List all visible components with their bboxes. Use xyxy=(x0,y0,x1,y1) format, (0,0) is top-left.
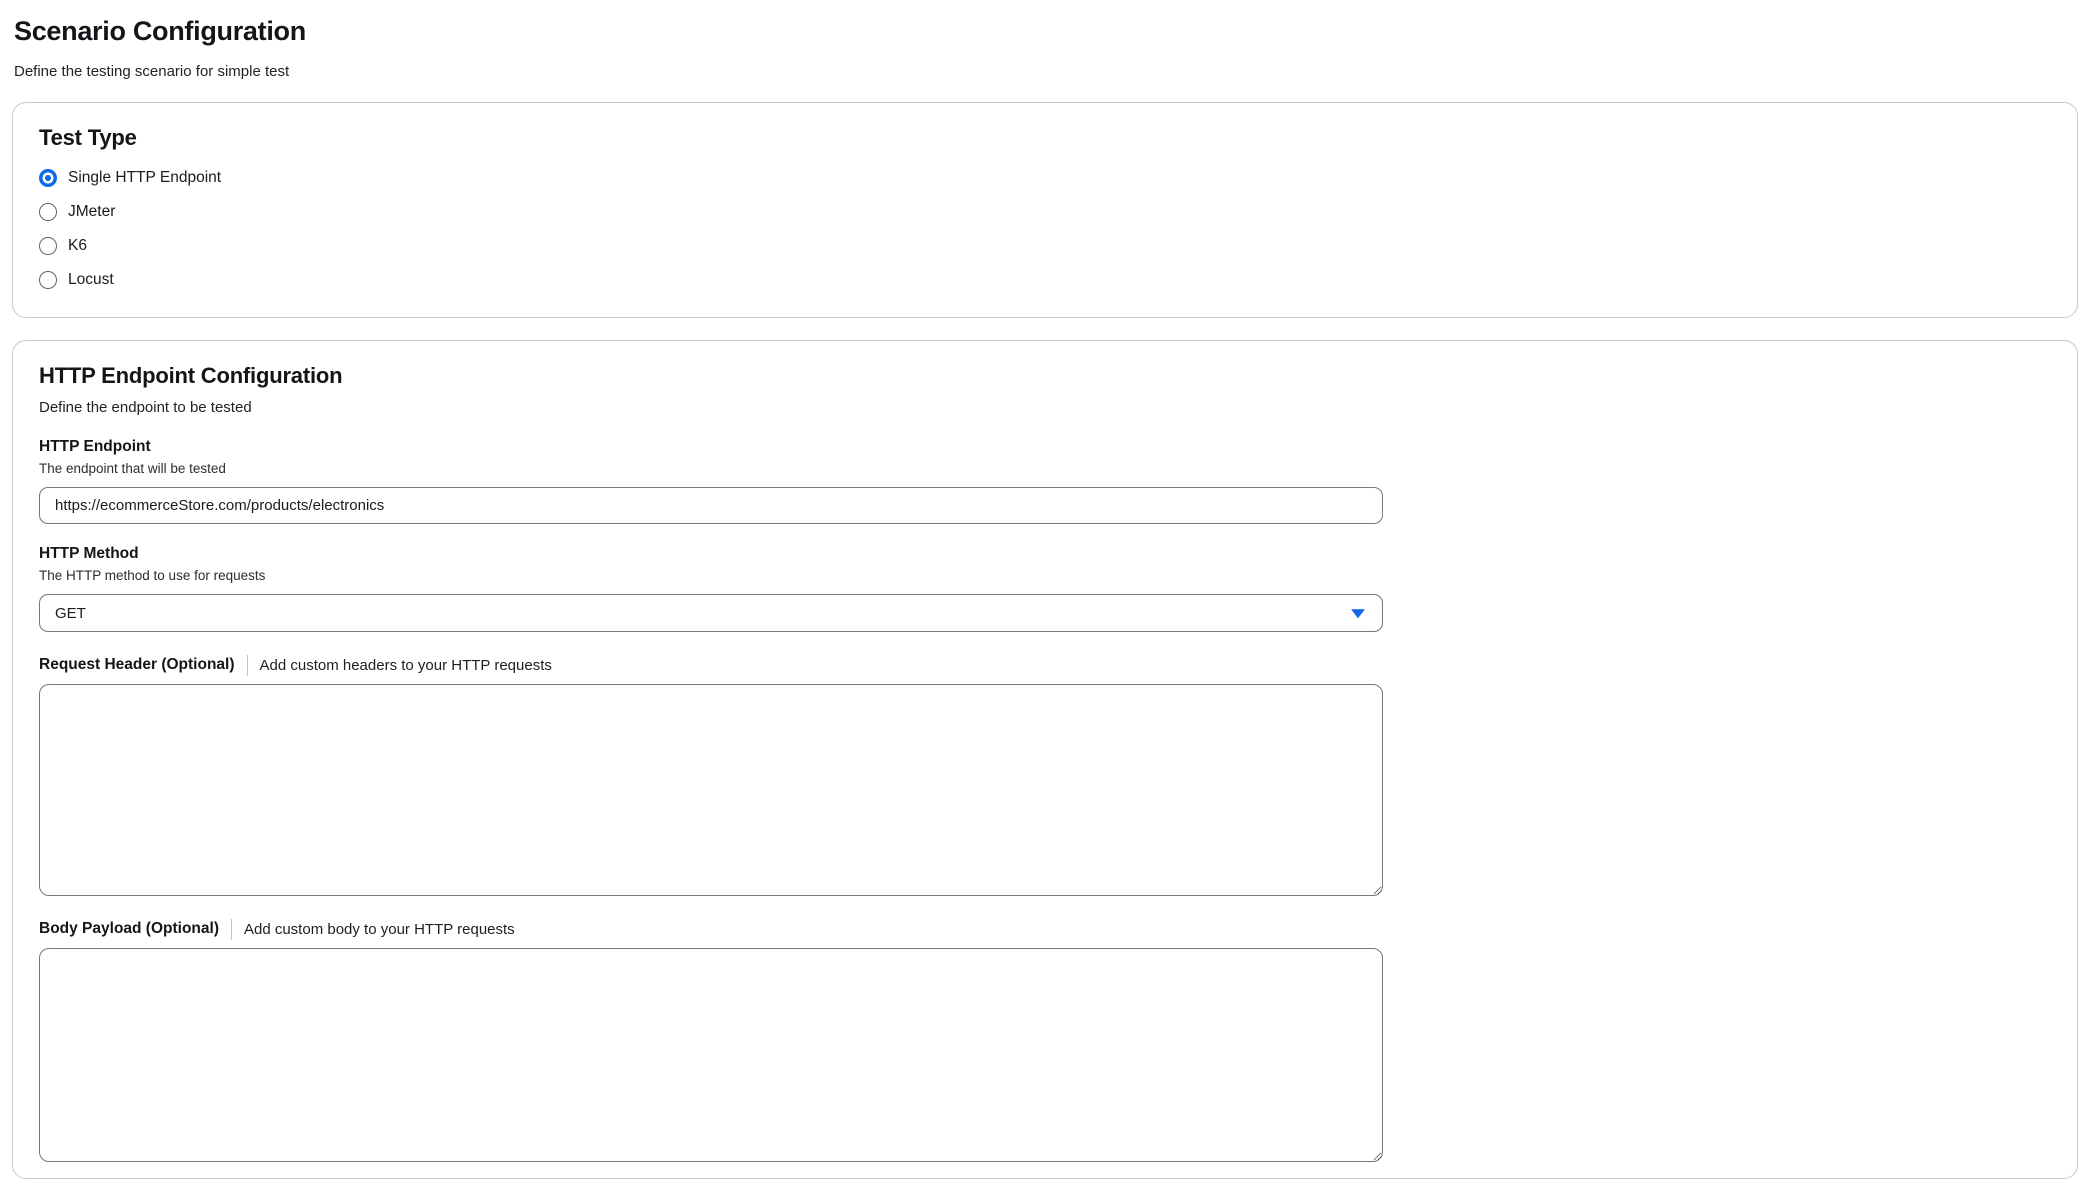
radio-option-single-http-endpoint[interactable]: Single HTTP Endpoint xyxy=(39,165,221,191)
test-type-card: Test Type Single HTTP Endpoint JMeter K6… xyxy=(12,102,2078,318)
radio-selected-icon xyxy=(39,169,57,187)
page-subtitle: Define the testing scenario for simple t… xyxy=(14,63,2078,80)
body-payload-label-row: Body Payload (Optional) Add custom body … xyxy=(39,918,2051,940)
http-endpoint-configuration-card: HTTP Endpoint Configuration Define the e… xyxy=(12,340,2078,1179)
http-endpoint-field-group: HTTP Endpoint The endpoint that will be … xyxy=(39,437,2051,524)
endpoint-config-heading: HTTP Endpoint Configuration xyxy=(39,363,2051,389)
label-divider xyxy=(247,655,248,676)
body-payload-label: Body Payload (Optional) xyxy=(39,920,219,938)
request-header-label-row: Request Header (Optional) Add custom hea… xyxy=(39,654,2051,676)
radio-unselected-icon xyxy=(39,271,57,289)
request-header-textarea[interactable] xyxy=(39,684,1383,896)
radio-option-label: K6 xyxy=(68,237,87,255)
radio-option-label: JMeter xyxy=(68,203,115,221)
request-header-label: Request Header (Optional) xyxy=(39,656,235,674)
request-header-description: Add custom headers to your HTTP requests xyxy=(260,657,552,674)
label-divider xyxy=(231,919,232,940)
body-payload-description: Add custom body to your HTTP requests xyxy=(244,921,515,938)
endpoint-config-subtitle: Define the endpoint to be tested xyxy=(39,399,2051,417)
http-endpoint-label: HTTP Endpoint xyxy=(39,437,2051,456)
test-type-radio-group: Single HTTP Endpoint JMeter K6 Locust xyxy=(39,165,2051,301)
radio-option-jmeter[interactable]: JMeter xyxy=(39,199,115,225)
scenario-configuration-page: Scenario Configuration Define the testin… xyxy=(0,0,2090,1196)
radio-option-locust[interactable]: Locust xyxy=(39,267,114,293)
http-method-field-group: HTTP Method The HTTP method to use for r… xyxy=(39,544,2051,632)
radio-option-k6[interactable]: K6 xyxy=(39,233,87,259)
radio-option-label: Locust xyxy=(68,271,114,289)
radio-unselected-icon xyxy=(39,237,57,255)
http-endpoint-input[interactable] xyxy=(39,487,1383,524)
radio-unselected-icon xyxy=(39,203,57,221)
http-method-helper: The HTTP method to use for requests xyxy=(39,567,2051,584)
http-endpoint-helper: The endpoint that will be tested xyxy=(39,460,2051,477)
http-method-label: HTTP Method xyxy=(39,544,2051,563)
http-method-select[interactable]: GET xyxy=(39,594,1383,632)
http-method-select-wrapper: GET xyxy=(39,594,1383,632)
page-title: Scenario Configuration xyxy=(14,16,2078,47)
radio-option-label: Single HTTP Endpoint xyxy=(68,169,221,187)
body-payload-textarea[interactable] xyxy=(39,948,1383,1162)
test-type-heading: Test Type xyxy=(39,125,2051,151)
